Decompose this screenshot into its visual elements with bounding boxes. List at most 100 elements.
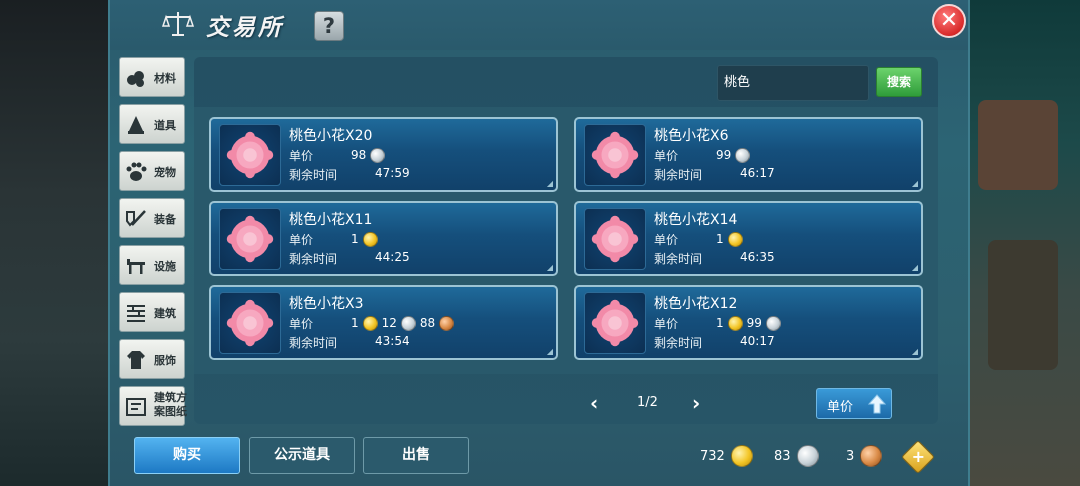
remaining-time: 40:17	[740, 334, 775, 348]
time-label: 剩余时间	[289, 336, 338, 350]
listing-card[interactable]: 桃色小花X11 单价 1 剩余时间 44:25 ◢	[209, 201, 558, 276]
copper-balance: 3	[846, 444, 883, 468]
copper-coin-icon	[439, 315, 455, 331]
price-label: 单价	[654, 317, 679, 331]
sell-button[interactable]: 出售	[363, 437, 469, 474]
scenery-chair	[978, 100, 1058, 190]
silver-balance: 83	[774, 444, 819, 468]
sidebar-item-label: 宠物	[154, 166, 176, 179]
price-amount: 1	[716, 316, 724, 330]
add-currency-button[interactable]: +	[901, 440, 935, 474]
corner-mark-icon: ◢	[911, 263, 918, 272]
silver-coin-icon	[400, 315, 416, 331]
sidebar-item-equipment[interactable]: 装备	[119, 198, 185, 238]
time-label: 剩余时间	[289, 168, 338, 182]
item-name: 桃色小花X14	[654, 212, 738, 228]
time-label: 剩余时间	[654, 252, 703, 266]
gold-coin-icon	[362, 231, 378, 247]
listing-area: 桃色 搜索 桃色小花X20 单价 98 剩余时间 47:59 ◢ 桃色小花X6 …	[194, 57, 938, 424]
silver-coin-icon	[735, 147, 751, 163]
search-input[interactable]: 桃色	[717, 65, 869, 101]
search-button[interactable]: 搜索	[876, 67, 922, 97]
buy-button[interactable]: 购买	[134, 437, 240, 474]
remaining-time: 47:59	[375, 166, 410, 180]
next-page-button[interactable]: ›	[692, 391, 700, 415]
price-label: 单价	[289, 149, 314, 163]
listing-card[interactable]: 桃色小花X3 单价 1 12 88 剩余时间 43:54 ◢	[209, 285, 558, 360]
sidebar-item-label: 材料	[154, 72, 176, 85]
silver-coin-icon	[370, 147, 386, 163]
time-label: 剩余时间	[289, 252, 338, 266]
peach-flower-icon	[584, 292, 646, 354]
corner-mark-icon: ◢	[546, 179, 553, 188]
item-name: 桃色小花X6	[654, 128, 729, 144]
price-amount: 98	[351, 148, 367, 162]
sidebar-item-label: 设施	[154, 260, 176, 273]
sidebar-item-facilities[interactable]: 设施	[119, 245, 185, 285]
page-indicator: 1/2	[637, 395, 658, 410]
listing-card[interactable]: 桃色小花X14 单价 1 剩余时间 46:35 ◢	[574, 201, 923, 276]
sidebar-item-materials[interactable]: 材料	[119, 57, 185, 97]
scale-icon	[162, 12, 194, 36]
pet-paw-icon	[126, 162, 147, 181]
gold-amount: 732	[700, 448, 725, 464]
sort-by-price-button[interactable]: 单价	[816, 388, 892, 419]
sidebar-item-pets[interactable]: 宠物	[119, 151, 185, 191]
silver-coin-icon	[765, 315, 781, 331]
copper-coin-icon	[860, 445, 883, 467]
gold-coin-icon	[727, 231, 743, 247]
price-label: 单价	[289, 233, 314, 247]
remaining-time: 44:25	[375, 250, 410, 264]
silver-amount: 83	[774, 448, 791, 464]
remaining-time: 43:54	[375, 334, 410, 348]
close-button[interactable]: ✕	[932, 4, 966, 38]
sort-arrow-up-icon	[867, 394, 887, 414]
remaining-time: 46:17	[740, 166, 775, 180]
blueprint-icon	[126, 398, 146, 416]
item-price: 98	[351, 146, 386, 164]
item-price: 1	[716, 230, 743, 248]
peach-flower-icon	[219, 124, 281, 186]
gold-coin-icon	[362, 315, 378, 331]
listing-card[interactable]: 桃色小花X12 单价 1 99 剩余时间 40:17 ◢	[574, 285, 923, 360]
sidebar-item-clothing[interactable]: 服饰	[119, 339, 185, 379]
background-left	[0, 0, 110, 486]
price-label: 单价	[289, 317, 314, 331]
background-right	[968, 0, 1080, 486]
corner-mark-icon: ◢	[911, 179, 918, 188]
listing-card[interactable]: 桃色小花X20 单价 98 剩余时间 47:59 ◢	[209, 117, 558, 192]
item-name: 桃色小花X12	[654, 296, 738, 312]
gold-coin-icon	[730, 445, 753, 467]
time-label: 剩余时间	[654, 336, 703, 350]
scenery-block	[988, 240, 1058, 370]
price-label: 单价	[654, 233, 679, 247]
sidebar-item-label: 道具	[154, 119, 176, 132]
listing-card[interactable]: 桃色小花X6 单价 99 剩余时间 46:17 ◢	[574, 117, 923, 192]
help-button[interactable]: ?	[314, 11, 344, 41]
price-amount: 88	[419, 316, 436, 330]
price-amount: 99	[716, 148, 732, 162]
public-items-button[interactable]: 公示道具	[249, 437, 355, 474]
item-name: 桃色小花X20	[289, 128, 373, 144]
listing-grid: 桃色小花X20 单价 98 剩余时间 47:59 ◢ 桃色小花X6 单价 99 …	[194, 107, 938, 374]
clothing-icon	[127, 351, 145, 369]
sidebar-item-label: 建筑方案图纸	[154, 391, 187, 418]
prev-page-button[interactable]: ‹	[590, 391, 598, 415]
price-amount: 12	[381, 316, 397, 330]
item-price: 1 12 88	[351, 314, 455, 332]
peach-flower-icon	[219, 208, 281, 270]
title-bar: 交易所 ? ✕	[110, 0, 968, 50]
building-icon	[127, 305, 145, 322]
price-label: 单价	[654, 149, 679, 163]
page-title: 交易所	[206, 15, 284, 41]
silver-coin-icon	[796, 445, 819, 467]
sidebar-item-blueprints[interactable]: 建筑方案图纸	[119, 386, 187, 426]
item-name: 桃色小花X3	[289, 296, 364, 312]
item-icon	[128, 116, 144, 134]
facility-icon	[127, 259, 145, 274]
sort-label: 单价	[827, 400, 854, 415]
corner-mark-icon: ◢	[911, 347, 918, 356]
sidebar-item-label: 装备	[154, 213, 176, 226]
sidebar-item-items[interactable]: 道具	[119, 104, 185, 144]
sidebar-item-buildings[interactable]: 建筑	[119, 292, 185, 332]
